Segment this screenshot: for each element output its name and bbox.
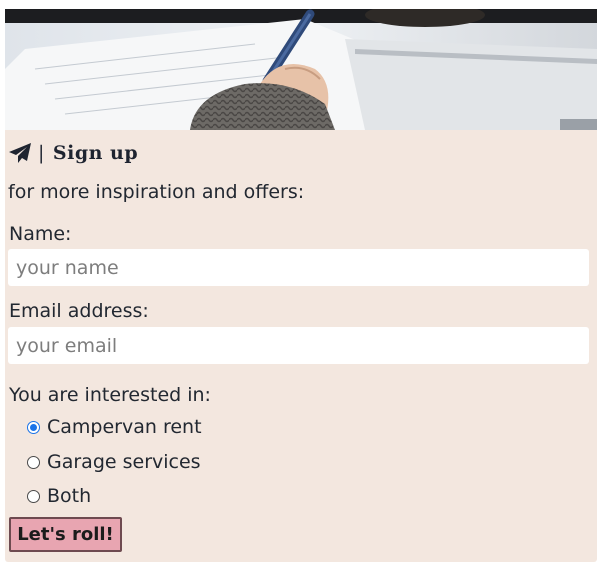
email-input[interactable] [8, 327, 589, 364]
radio-label-garage: Garage services [47, 451, 201, 473]
interest-label: You are interested in: [9, 384, 211, 406]
hero-image [5, 9, 597, 130]
name-label: Name: [9, 223, 72, 245]
signup-subtitle: for more inspiration and offers: [8, 181, 305, 203]
submit-button[interactable]: Let's roll! [9, 517, 122, 552]
paper-plane-icon [9, 143, 31, 163]
radio-button-campervan[interactable] [27, 420, 40, 434]
radio-label-campervan: Campervan rent [47, 416, 202, 438]
radio-option-garage[interactable]: Garage services [27, 451, 201, 473]
radio-button-garage[interactable] [27, 455, 40, 469]
heading-separator: | [38, 142, 45, 164]
signup-heading: | Sign up [8, 139, 138, 167]
email-label: Email address: [9, 300, 149, 322]
radio-option-campervan[interactable]: Campervan rent [27, 416, 202, 438]
radio-option-both[interactable]: Both [27, 485, 91, 507]
radio-label-both: Both [47, 485, 92, 507]
heading-title: Sign up [52, 142, 139, 164]
radio-button-both[interactable] [27, 489, 40, 503]
signup-card: | Sign up for more inspiration and offer… [5, 9, 597, 562]
name-input[interactable] [8, 249, 589, 286]
